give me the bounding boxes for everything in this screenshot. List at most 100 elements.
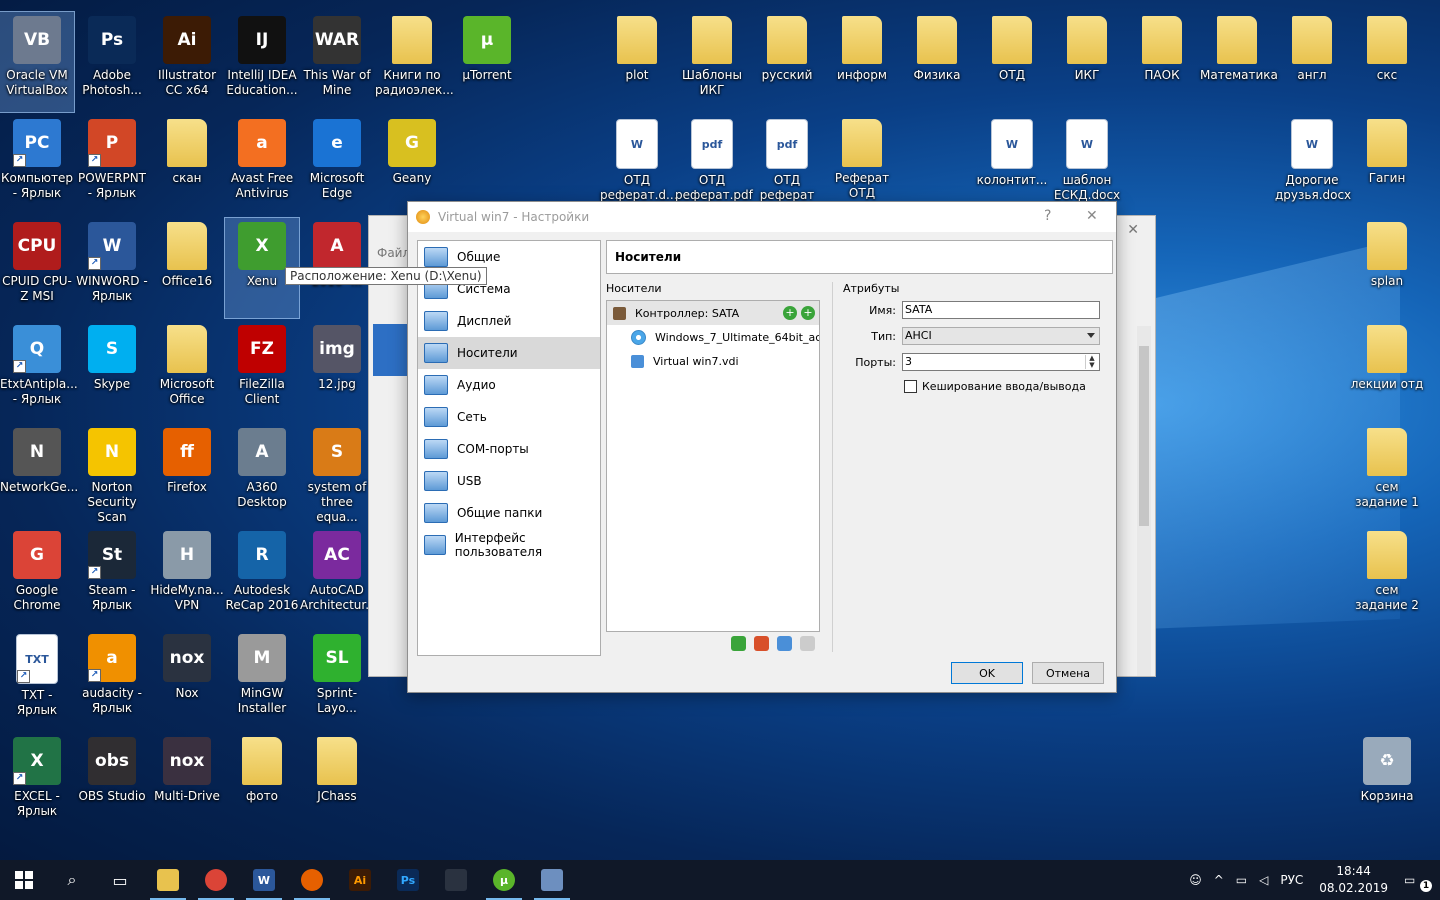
desktop-icon[interactable]: AC AutoCAD Architectur... — [300, 527, 377, 627]
nav-item[interactable]: Дисплей — [418, 305, 600, 337]
desktop-icon[interactable]: Ssystem of three equa... — [300, 424, 374, 524]
desktop-icon[interactable]: pdf ОТД реферат.pdf — [675, 115, 753, 215]
taskbar-photoshop[interactable]: Ps — [384, 860, 432, 900]
desktop-icon[interactable]: CPU CPUID CPU-Z MSI — [0, 218, 74, 318]
nav-item[interactable]: Интерфейс пользователя — [418, 529, 600, 561]
close-icon[interactable]: ✕ — [1127, 222, 1139, 238]
storage-tree[interactable]: Контроллер: SATA + + Windows_7_Ultimate_… — [606, 300, 820, 632]
desktop-icon[interactable]: nox Nox — [150, 630, 224, 730]
desktop-icon[interactable]: N NetworkGe... — [0, 424, 78, 524]
name-field[interactable]: SATA — [902, 301, 1100, 319]
desktop-icon[interactable]: информ — [825, 12, 899, 112]
taskbar-explorer[interactable] — [144, 860, 192, 900]
ok-button[interactable]: OK — [951, 662, 1023, 684]
desktop-icon[interactable]: скан — [150, 115, 224, 215]
taskbar-word[interactable]: W — [240, 860, 288, 900]
close-button[interactable]: ✕ — [1086, 208, 1098, 224]
desktop-icon[interactable]: S Skype — [75, 321, 149, 421]
desktop-icon[interactable]: M MinGW Installer — [225, 630, 299, 730]
desktop-icon[interactable]: Ai Illustrator CC x64 — [150, 12, 224, 112]
task-view-button[interactable]: ▭ — [96, 860, 144, 900]
desktop-icon[interactable]: сем задание 1 — [1350, 424, 1424, 524]
type-select[interactable]: AHCI — [902, 327, 1100, 345]
scrollbar[interactable] — [1137, 326, 1151, 676]
desktop-icon[interactable]: PC ↗ Компьютер - Ярлык — [0, 115, 74, 215]
start-button[interactable] — [0, 860, 48, 900]
desktop-icon[interactable]: TXT ↗ TXT - Ярлык — [0, 630, 74, 730]
desktop-icon[interactable]: сем задание 2 — [1350, 527, 1424, 627]
desktop-icon[interactable]: ♻ Корзина — [1350, 733, 1424, 833]
language-indicator[interactable]: РУС — [1280, 873, 1303, 887]
desktop-icon[interactable]: фото — [225, 733, 299, 833]
cancel-button[interactable]: Отмена — [1032, 662, 1104, 684]
volume-icon[interactable]: ◁ — [1259, 873, 1268, 887]
network-icon[interactable]: ▭ — [1236, 873, 1247, 887]
desktop-icon[interactable]: Шаблоны ИКГ — [675, 12, 749, 112]
desktop-icon[interactable]: X ↗ EXCEL - Ярлык — [0, 733, 74, 833]
people-icon[interactable]: ☺ — [1189, 873, 1202, 887]
desktop-icon[interactable]: nox Multi-Drive — [150, 733, 224, 833]
desktop-icon[interactable]: W ↗ WINWORD - Ярлык — [75, 218, 149, 318]
desktop-icon[interactable]: IJ IntelliJ IDEA Education... — [225, 12, 299, 112]
taskbar-virtualbox[interactable] — [528, 860, 576, 900]
remove-controller-icon[interactable] — [754, 636, 769, 651]
desktop-icon[interactable]: ff Firefox — [150, 424, 224, 524]
add-controller-icon[interactable] — [731, 636, 746, 651]
desktop-icon[interactable]: Реферат ОТД — [825, 115, 899, 215]
desktop-icon[interactable]: splan — [1350, 218, 1424, 318]
desktop-icon[interactable]: VB Oracle VM VirtualBox — [0, 11, 75, 113]
desktop-icon[interactable]: plot — [600, 12, 674, 112]
nav-item[interactable]: Общие папки — [418, 497, 600, 529]
desktop-icon[interactable]: obs OBS Studio — [75, 733, 149, 833]
chevron-up-icon[interactable]: ^ — [1214, 873, 1224, 887]
desktop-icon[interactable]: ИКГ — [1050, 12, 1124, 112]
cache-checkbox[interactable] — [904, 380, 917, 393]
desktop-icon[interactable]: Wшаблон ЕСКД.docx — [1050, 115, 1124, 215]
taskbar-firefox[interactable] — [288, 860, 336, 900]
desktop-icon[interactable]: Ps Adobe Photosh... — [75, 12, 149, 112]
desktop-icon[interactable]: St ↗ Steam - Ярлык — [75, 527, 149, 627]
desktop-icon[interactable]: Книги по радиоэлек... — [375, 12, 454, 112]
taskbar-utorrent[interactable]: µ — [480, 860, 528, 900]
add-optical-icon[interactable]: + — [783, 306, 797, 320]
splitter[interactable] — [832, 282, 833, 652]
remove-attachment-icon[interactable] — [800, 636, 815, 651]
clock[interactable]: 18:44 08.02.2019 — [1319, 863, 1388, 897]
desktop-icon[interactable]: Гагин — [1350, 115, 1424, 215]
attachment-row[interactable]: Windows_7_Ultimate_64bit_act... — [607, 325, 819, 349]
desktop-icon[interactable]: JChass — [300, 733, 374, 833]
add-attachment-icon[interactable] — [777, 636, 792, 651]
desktop-icon[interactable]: Физика — [900, 12, 974, 112]
nav-item[interactable]: Сеть — [418, 401, 600, 433]
desktop-icon[interactable]: лекции отд — [1350, 321, 1424, 421]
desktop-icon[interactable]: SL Sprint-Layo... — [300, 630, 374, 730]
taskbar-chrome[interactable] — [192, 860, 240, 900]
spin-arrows-icon[interactable]: ▲ ▼ — [1085, 355, 1098, 369]
desktop-icon[interactable]: img 12.jpg — [300, 321, 374, 421]
search-button[interactable]: ⌕ — [48, 860, 96, 900]
desktop-icon[interactable]: A A360 Desktop — [225, 424, 299, 524]
menu-file[interactable]: Файл — [377, 246, 410, 260]
desktop-icon[interactable]: скс — [1350, 12, 1424, 112]
desktop-icon[interactable]: англ — [1275, 12, 1349, 112]
desktop-icon[interactable]: FZ FileZilla Client — [225, 321, 299, 421]
desktop-icon[interactable]: Microsoft Office — [150, 321, 224, 421]
desktop-icon[interactable]: R Autodesk ReCap 2016 — [225, 527, 299, 627]
desktop-icon[interactable]: ОТД — [975, 12, 1049, 112]
desktop-icon[interactable]: Wколонтит... — [975, 115, 1049, 215]
cache-checkbox-row[interactable]: Кеширование ввода/вывода — [904, 380, 1086, 393]
desktop-icon[interactable]: H HideMy.na... VPN — [150, 527, 224, 627]
ports-spinbox[interactable]: 3 ▲ ▼ — [902, 353, 1100, 371]
desktop-icon[interactable]: русский — [750, 12, 824, 112]
nav-item[interactable]: Носители — [418, 337, 600, 369]
desktop-icon[interactable]: e Microsoft Edge — [300, 115, 374, 215]
nav-item[interactable]: USB — [418, 465, 600, 497]
desktop-icon[interactable]: Q ↗ EtxtAntipla... - Ярлык — [0, 321, 78, 421]
desktop-icon[interactable]: a Avast Free Antivirus — [225, 115, 299, 215]
desktop-icon[interactable]: N Norton Security Scan — [75, 424, 149, 524]
vm-thumbnail[interactable] — [373, 324, 409, 376]
desktop-icon[interactable]: µ µTorrent — [450, 12, 524, 112]
desktop-icon[interactable]: W ОТД реферат.d... — [600, 115, 677, 215]
desktop-icon[interactable]: W Дорогие друзья.docx — [1275, 115, 1351, 215]
nav-item[interactable]: COM-порты — [418, 433, 600, 465]
